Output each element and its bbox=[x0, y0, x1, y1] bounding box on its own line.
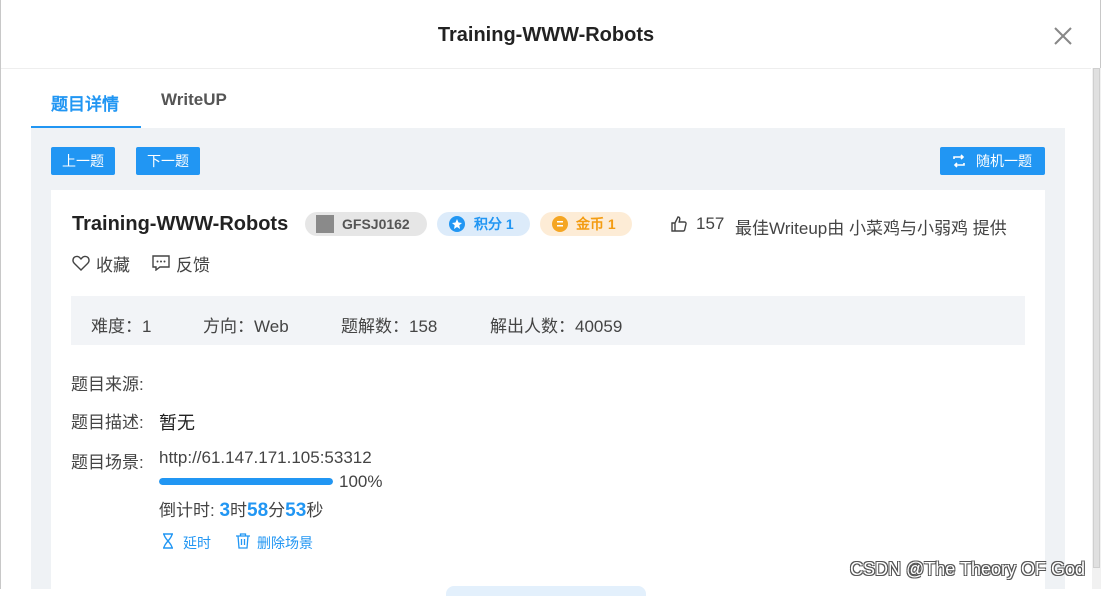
direction-stat: 方向：Web bbox=[203, 317, 289, 336]
tab-challenge-details[interactable]: 题目详情 bbox=[51, 90, 119, 115]
score-tag: 积分 1 bbox=[437, 212, 530, 236]
stats-bar: 难度：1 方向：Web 题解数：158 解出人数：40059 bbox=[71, 296, 1025, 345]
scene-label: 题目场景: bbox=[71, 453, 144, 472]
unit-hour: 时 bbox=[230, 501, 248, 520]
feedback-label: 反馈 bbox=[176, 256, 210, 275]
comment-icon bbox=[152, 255, 170, 271]
hourglass-icon bbox=[163, 533, 173, 549]
scene-progress-fill bbox=[159, 478, 333, 485]
thumbs-up-icon bbox=[671, 216, 687, 232]
best-writeup-credit: 最佳Writeup由 小菜鸡与小弱鸡 提供 bbox=[735, 219, 1007, 238]
scene-progress-text: 100% bbox=[339, 472, 383, 491]
countdown-minutes: 58 bbox=[247, 500, 269, 521]
random-challenge-button[interactable]: 随机一题 bbox=[940, 147, 1045, 175]
csdn-watermark: CSDN @The Theory OF God bbox=[850, 559, 1086, 579]
prev-challenge-button[interactable]: 上一题 bbox=[51, 147, 115, 175]
close-icon bbox=[1054, 27, 1072, 45]
like-count: 157 bbox=[696, 214, 725, 233]
scrollbar[interactable] bbox=[1092, 68, 1101, 589]
description-value: 暂无 bbox=[159, 413, 195, 433]
extend-time-label: 延时 bbox=[183, 535, 211, 551]
solvers-stat: 解出人数：40059 bbox=[490, 317, 623, 336]
close-button[interactable] bbox=[1051, 24, 1075, 48]
countdown-prefix: 倒计时: bbox=[159, 501, 220, 520]
delete-scene-label: 删除场景 bbox=[257, 535, 313, 551]
scene-progress-bar bbox=[159, 478, 333, 485]
source-label: 题目来源: bbox=[71, 375, 144, 394]
scene-url-link[interactable]: http://61.147.171.105:53312 bbox=[159, 448, 372, 468]
gold-coin-icon bbox=[552, 216, 568, 232]
tab-writeup[interactable]: WriteUP bbox=[161, 90, 227, 110]
difficulty-stat: 难度：1 bbox=[91, 317, 152, 336]
description-label: 题目描述: bbox=[71, 413, 144, 432]
challenge-id-icon bbox=[316, 215, 334, 233]
dialog-header: Training-WWW-Robots bbox=[1, 0, 1091, 69]
challenge-id: GFSJ0162 bbox=[342, 216, 410, 232]
challenge-card: Training-WWW-Robots GFSJ0162 积分 1 金币 1 1… bbox=[51, 190, 1045, 596]
unit-minute: 分 bbox=[268, 501, 286, 520]
trash-icon bbox=[236, 533, 250, 549]
gold-tag: 金币 1 bbox=[540, 212, 632, 236]
dialog-title: Training-WWW-Robots bbox=[437, 24, 655, 46]
challenge-title: Training-WWW-Robots bbox=[72, 213, 289, 235]
random-challenge-label: 随机一题 bbox=[976, 153, 1032, 169]
window-left-edge bbox=[0, 0, 1, 589]
countdown-seconds: 53 bbox=[285, 500, 307, 521]
countdown-timer: 倒计时: 3时58分53秒 bbox=[159, 496, 323, 522]
solutions-stat: 题解数：158 bbox=[341, 317, 438, 336]
shuffle-icon bbox=[953, 154, 965, 168]
unit-second: 秒 bbox=[306, 501, 324, 520]
countdown-hours: 3 bbox=[219, 500, 231, 521]
favorite-label: 收藏 bbox=[96, 256, 130, 275]
content-area: 上一题 下一题 随机一题 Training-WWW-Robots GFSJ016… bbox=[31, 128, 1065, 596]
heart-icon bbox=[72, 255, 90, 271]
score-value: 积分 1 bbox=[474, 216, 514, 232]
gold-value: 金币 1 bbox=[576, 216, 616, 232]
score-icon bbox=[449, 216, 465, 232]
challenge-id-tag: GFSJ0162 bbox=[305, 212, 427, 236]
partially-hidden-button[interactable] bbox=[446, 586, 646, 596]
scrollbar-thumb[interactable] bbox=[1093, 68, 1100, 568]
next-challenge-button[interactable]: 下一题 bbox=[136, 147, 200, 175]
